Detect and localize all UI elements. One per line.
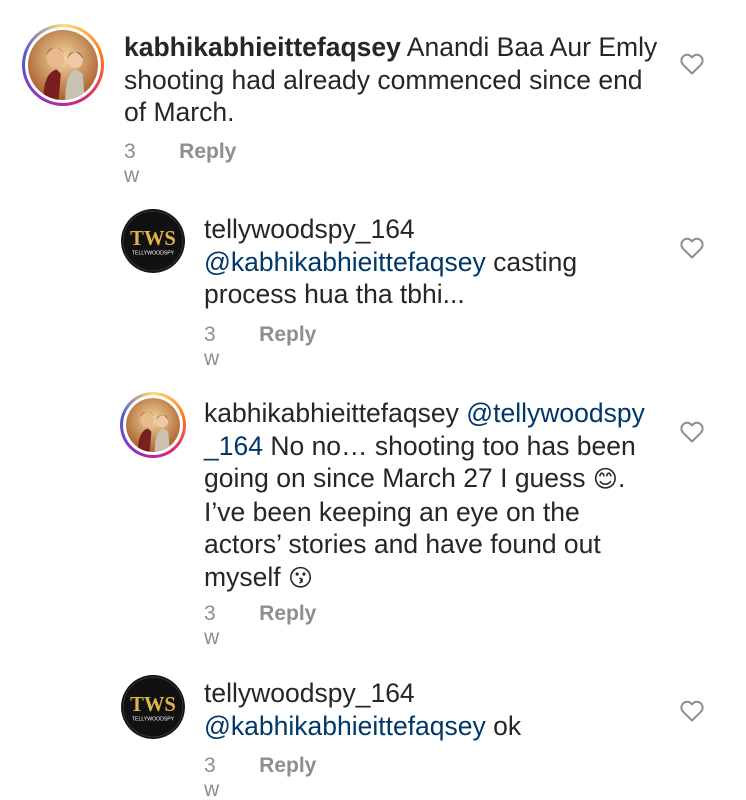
- avatar-kabhikabhieittefaqsey[interactable]: [120, 392, 186, 458]
- comment-username[interactable]: tellywoodspy_164: [204, 214, 415, 244]
- comment-body: kabhikabhieittefaqsey @tellywoodspy _164…: [204, 397, 659, 594]
- reply-button[interactable]: Reply: [179, 140, 236, 188]
- comment-meta: 3 w Reply: [204, 754, 316, 800]
- avatar-tellywoodspy[interactable]: TWS TELLYWOODSPY: [120, 674, 186, 740]
- comment-body: kabhikabhieittefaqsey Anandi Baa Aur Eml…: [124, 31, 664, 129]
- comment-meta: 3 w Reply: [204, 602, 316, 650]
- reply-button[interactable]: Reply: [259, 602, 316, 650]
- comment-mention[interactable]: @kabhikabhieittefaqsey: [204, 247, 486, 277]
- couple-avatar-icon: [28, 30, 98, 100]
- heart-outline-icon[interactable]: [680, 421, 704, 443]
- comment-username[interactable]: kabhikabhieittefaqsey: [124, 32, 401, 62]
- tws-logo-subtext: TELLYWOODSPY: [132, 716, 175, 722]
- comment-body: tellywoodspy_164 @kabhikabhieittefaqsey …: [204, 213, 654, 311]
- tws-logo-text: TWS: [130, 228, 176, 250]
- comment-time: 3 w: [204, 323, 220, 370]
- comment-meta: 3 w Reply: [124, 140, 236, 188]
- reply-button[interactable]: Reply: [259, 754, 316, 800]
- comment-time: 3 w: [124, 140, 140, 187]
- comment-username[interactable]: kabhikabhieittefaqsey: [204, 398, 459, 428]
- heart-outline-icon[interactable]: [680, 237, 704, 259]
- heart-outline-icon[interactable]: [680, 700, 704, 722]
- comment-username[interactable]: tellywoodspy_164: [204, 678, 415, 708]
- comment-body: tellywoodspy_164 @kabhikabhieittefaqsey …: [204, 677, 654, 742]
- couple-avatar-icon: [126, 398, 180, 452]
- comment-text: ok: [493, 710, 522, 741]
- avatar-tellywoodspy[interactable]: TWS TELLYWOODSPY: [120, 208, 186, 274]
- tws-logo-avatar-icon: TWS TELLYWOODSPY: [121, 675, 185, 739]
- smile-emoji-icon: 😊: [592, 465, 618, 493]
- tws-logo-text: TWS: [130, 694, 176, 716]
- kissing-emoji-icon: 😗: [287, 563, 313, 592]
- reply-button[interactable]: Reply: [259, 323, 316, 371]
- comment-time: 3 w: [204, 754, 220, 800]
- avatar-kabhikabhieittefaqsey[interactable]: [22, 24, 104, 106]
- tws-logo-avatar-icon: TWS TELLYWOODSPY: [121, 209, 185, 273]
- comment-mention[interactable]: @kabhikabhieittefaqsey: [204, 711, 486, 741]
- tws-logo-subtext: TELLYWOODSPY: [132, 250, 175, 256]
- comment-text-part-1: No no… shooting too has been going on si…: [204, 430, 636, 494]
- comment-meta: 3 w Reply: [204, 323, 316, 371]
- heart-outline-icon[interactable]: [680, 53, 704, 75]
- comment-time: 3 w: [204, 602, 220, 649]
